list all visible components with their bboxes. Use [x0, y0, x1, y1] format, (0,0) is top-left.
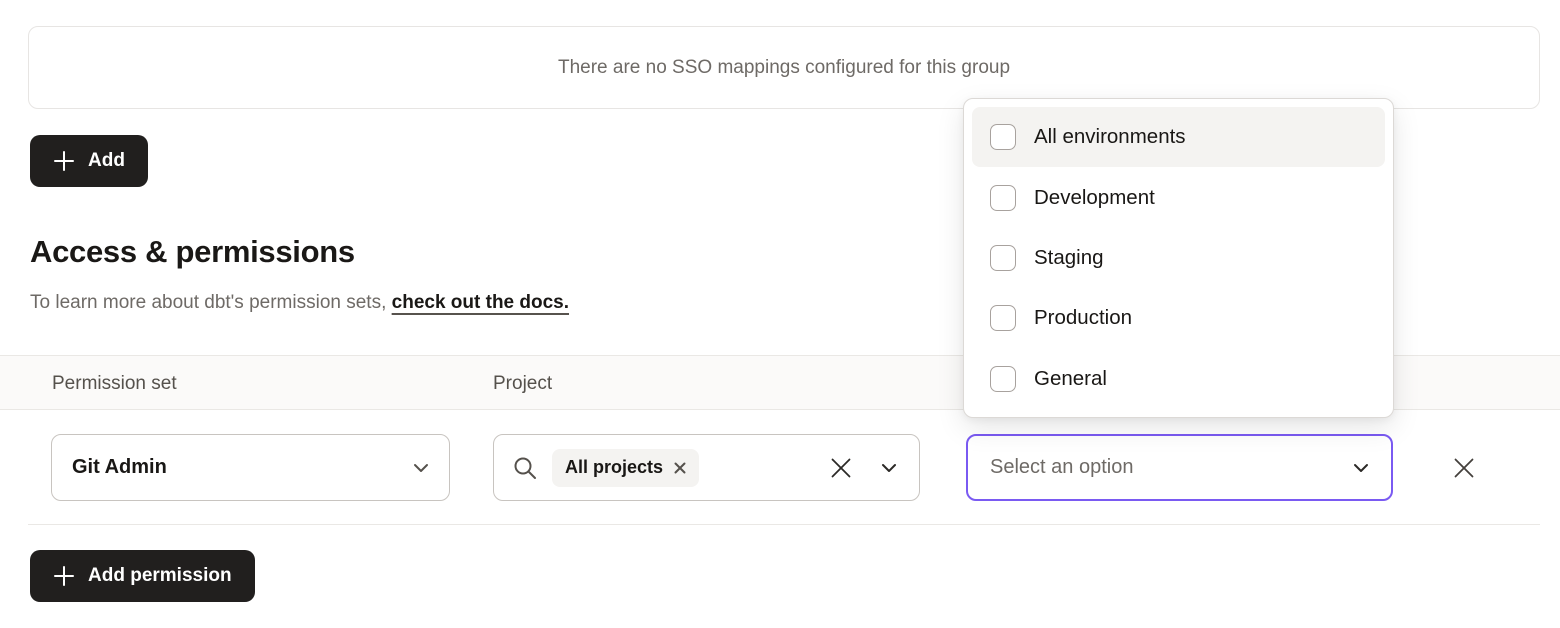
sso-mappings-empty-state: There are no SSO mappings configured for…	[28, 26, 1540, 109]
plus-icon	[53, 565, 75, 587]
sso-empty-message: There are no SSO mappings configured for…	[558, 57, 1010, 79]
checkbox[interactable]	[990, 366, 1016, 392]
add-permission-button-label: Add permission	[88, 565, 232, 587]
add-permission-button[interactable]: Add permission	[30, 550, 255, 602]
checkbox[interactable]	[990, 305, 1016, 331]
dropdown-option-general[interactable]: General	[972, 349, 1385, 409]
option-label: All environments	[1034, 125, 1186, 149]
remove-tag-icon[interactable]	[674, 462, 686, 474]
chevron-down-icon[interactable]	[881, 463, 897, 473]
selected-project-label: All projects	[565, 457, 663, 478]
group-settings-page: There are no SSO mappings configured for…	[0, 0, 1560, 628]
option-label: Staging	[1034, 246, 1104, 270]
column-header-permission-set: Permission set	[52, 356, 177, 411]
docs-link[interactable]: check out the docs.	[392, 292, 569, 313]
option-label: General	[1034, 367, 1107, 391]
environment-dropdown-menu: All environments Development Staging Pro…	[963, 98, 1394, 418]
remove-permission-row-button[interactable]	[1450, 454, 1478, 482]
dropdown-option-production[interactable]: Production	[972, 288, 1385, 348]
environment-select-placeholder: Select an option	[990, 456, 1133, 479]
chevron-down-icon	[413, 463, 429, 473]
permission-set-select[interactable]: Git Admin	[51, 434, 450, 501]
checkbox[interactable]	[990, 245, 1016, 271]
plus-icon	[53, 150, 75, 172]
checkbox[interactable]	[990, 124, 1016, 150]
dropdown-option-development[interactable]: Development	[972, 167, 1385, 227]
checkbox[interactable]	[990, 185, 1016, 211]
close-icon	[1453, 457, 1475, 479]
add-button[interactable]: Add	[30, 135, 148, 187]
add-button-label: Add	[88, 150, 125, 172]
chevron-down-icon	[1353, 463, 1369, 473]
dropdown-option-staging[interactable]: Staging	[972, 228, 1385, 288]
section-description: To learn more about dbt's permission set…	[30, 292, 569, 314]
dropdown-option-all-environments[interactable]: All environments	[972, 107, 1385, 167]
search-icon	[512, 455, 538, 481]
clear-selection-icon[interactable]	[830, 457, 852, 479]
page-title: Access & permissions	[30, 234, 355, 270]
project-multiselect-controls	[830, 457, 897, 479]
permission-set-value: Git Admin	[72, 456, 167, 479]
column-header-project: Project	[493, 356, 552, 411]
option-label: Production	[1034, 306, 1132, 330]
project-multiselect[interactable]: All projects	[493, 434, 920, 501]
selected-project-tag: All projects	[552, 449, 699, 487]
row-divider	[28, 524, 1540, 525]
option-label: Development	[1034, 186, 1155, 210]
environment-select[interactable]: Select an option	[966, 434, 1393, 501]
description-text: To learn more about dbt's permission set…	[30, 292, 386, 313]
